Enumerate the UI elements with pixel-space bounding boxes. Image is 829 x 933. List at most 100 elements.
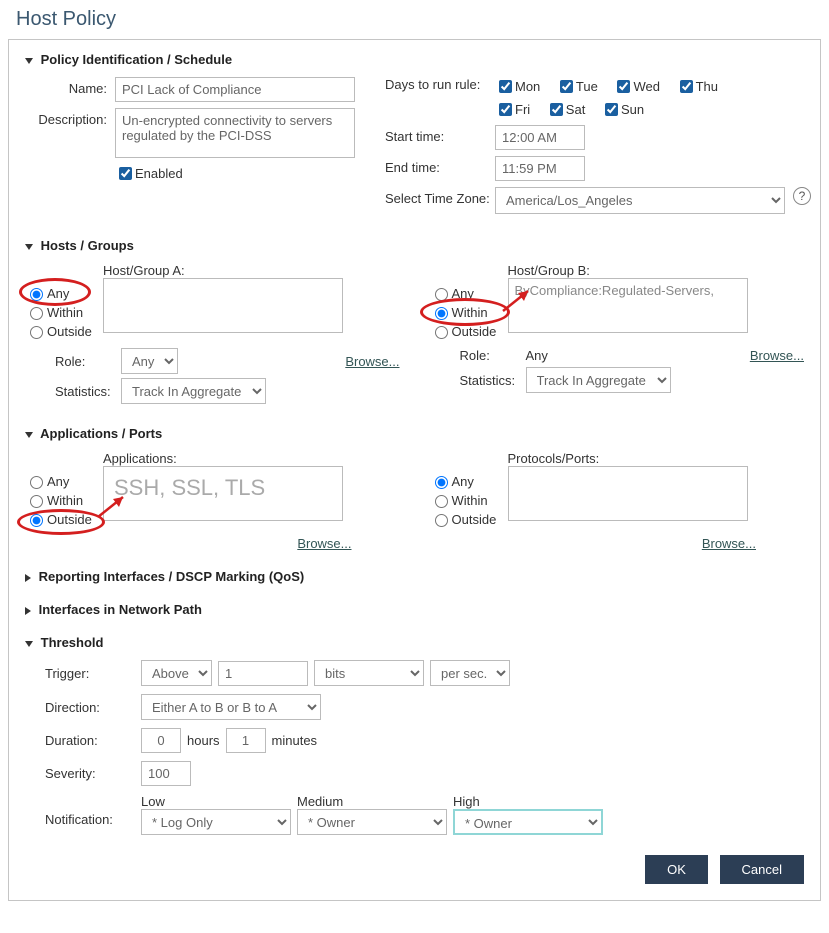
severity-input[interactable] <box>141 761 191 786</box>
role-a-select[interactable]: Any <box>121 348 178 374</box>
group-b-input[interactable]: ByCompliance:Regulated-Servers, <box>508 278 748 333</box>
section-header-threshold[interactable]: Threshold <box>25 635 804 650</box>
page-title: Host Policy <box>0 0 829 39</box>
apps-within-radio[interactable] <box>30 495 43 508</box>
name-input[interactable] <box>115 77 355 102</box>
chevron-down-icon <box>25 244 33 250</box>
trigger-value-input[interactable] <box>218 661 308 686</box>
direction-label: Direction: <box>45 700 135 715</box>
chevron-down-icon <box>25 432 33 438</box>
section-header-hosts[interactable]: Hosts / Groups <box>25 238 804 253</box>
section-threshold: Threshold Trigger: Above bits per sec. D… <box>25 635 804 835</box>
section-header-apps[interactable]: Applications / Ports <box>25 426 804 441</box>
section-title: Threshold <box>41 635 104 650</box>
day-sat[interactable] <box>550 103 563 116</box>
apps-outside-radio[interactable] <box>30 514 43 527</box>
section-apps: Applications / Ports Any Within Outside … <box>25 426 804 551</box>
hours-label: hours <box>187 733 220 748</box>
day-sun[interactable] <box>605 103 618 116</box>
enabled-checkbox[interactable] <box>119 167 132 180</box>
timezone-select[interactable]: America/Los_Angeles <box>495 187 785 214</box>
trigger-rate-select[interactable]: per sec. <box>430 660 510 686</box>
duration-label: Duration: <box>45 733 135 748</box>
group-a-within-radio[interactable] <box>30 307 43 320</box>
low-label: Low <box>141 794 291 809</box>
chevron-right-icon <box>25 574 31 582</box>
chevron-down-icon <box>25 58 33 64</box>
day-wed[interactable] <box>617 80 630 93</box>
name-label: Name: <box>25 77 115 96</box>
end-time-label: End time: <box>385 156 495 175</box>
help-icon[interactable]: ? <box>793 187 811 205</box>
ports-within-radio[interactable] <box>435 495 448 508</box>
role-a-label: Role: <box>55 354 117 369</box>
group-b-label: Host/Group B: <box>508 263 805 278</box>
group-b-outside-radio[interactable] <box>435 326 448 339</box>
section-hosts: Hosts / Groups Any Within Outside Host/G… <box>25 238 804 408</box>
group-b-any-radio[interactable] <box>435 288 448 301</box>
ok-button[interactable]: OK <box>645 855 708 884</box>
section-title: Applications / Ports <box>40 426 162 441</box>
group-a-label: Host/Group A: <box>103 263 400 278</box>
stats-a-label: Statistics: <box>55 384 117 399</box>
medium-select[interactable]: * Owner <box>297 809 447 835</box>
high-select[interactable]: * Owner <box>453 809 603 835</box>
section-reporting: Reporting Interfaces / DSCP Marking (QoS… <box>25 569 804 584</box>
section-title: Hosts / Groups <box>41 238 134 253</box>
day-mon[interactable] <box>499 80 512 93</box>
days-label: Days to run rule: <box>385 77 495 92</box>
section-title: Reporting Interfaces / DSCP Marking (QoS… <box>39 569 305 584</box>
section-header-interfaces[interactable]: Interfaces in Network Path <box>25 602 804 617</box>
trigger-unit-select[interactable]: bits <box>314 660 424 686</box>
group-a-outside-radio[interactable] <box>30 326 43 339</box>
section-identification: Policy Identification / Schedule Name: D… <box>25 52 804 220</box>
trigger-op-select[interactable]: Above <box>141 660 212 686</box>
group-a-any-radio[interactable] <box>30 288 43 301</box>
day-tue[interactable] <box>560 80 573 93</box>
main-panel: Policy Identification / Schedule Name: D… <box>8 39 821 901</box>
browse-b-link[interactable]: Browse... <box>750 348 804 363</box>
section-header-identification[interactable]: Policy Identification / Schedule <box>25 52 804 67</box>
browse-apps-link[interactable]: Browse... <box>297 536 351 551</box>
duration-hours-input[interactable] <box>141 728 181 753</box>
chevron-down-icon <box>25 641 33 647</box>
enabled-label: Enabled <box>135 166 183 181</box>
group-a-input[interactable] <box>103 278 343 333</box>
stats-b-select[interactable]: Track In Aggregate <box>526 367 671 393</box>
section-header-reporting[interactable]: Reporting Interfaces / DSCP Marking (QoS… <box>25 569 804 584</box>
ports-outside-radio[interactable] <box>435 514 448 527</box>
chevron-right-icon <box>25 607 31 615</box>
duration-minutes-input[interactable] <box>226 728 266 753</box>
cancel-button[interactable]: Cancel <box>720 855 804 884</box>
severity-label: Severity: <box>45 766 135 781</box>
section-title: Policy Identification / Schedule <box>41 52 232 67</box>
start-time-input[interactable] <box>495 125 585 150</box>
medium-label: Medium <box>297 794 447 809</box>
day-fri[interactable] <box>499 103 512 116</box>
apps-label: Applications: <box>103 451 400 466</box>
role-b-value: Any <box>526 348 548 363</box>
browse-a-link[interactable]: Browse... <box>345 354 399 369</box>
description-input[interactable]: Un-encrypted connectivity to servers reg… <box>115 108 355 158</box>
role-b-label: Role: <box>460 348 522 363</box>
trigger-label: Trigger: <box>45 666 135 681</box>
minutes-label: minutes <box>272 733 318 748</box>
section-title: Interfaces in Network Path <box>39 602 202 617</box>
low-select[interactable]: * Log Only <box>141 809 291 835</box>
ports-any-radio[interactable] <box>435 476 448 489</box>
ports-input[interactable] <box>508 466 748 521</box>
direction-select[interactable]: Either A to B or B to A <box>141 694 321 720</box>
browse-ports-link[interactable]: Browse... <box>702 536 756 551</box>
apps-input[interactable]: SSH, SSL, TLS <box>103 466 343 521</box>
stats-b-label: Statistics: <box>460 373 522 388</box>
description-label: Description: <box>25 108 115 127</box>
timezone-label: Select Time Zone: <box>385 187 495 206</box>
day-thu[interactable] <box>680 80 693 93</box>
section-interfaces: Interfaces in Network Path <box>25 602 804 617</box>
group-b-within-radio[interactable] <box>435 307 448 320</box>
apps-any-radio[interactable] <box>30 476 43 489</box>
stats-a-select[interactable]: Track In Aggregate <box>121 378 266 404</box>
ports-label: Protocols/Ports: <box>508 451 805 466</box>
notification-label: Notification: <box>45 794 135 827</box>
end-time-input[interactable] <box>495 156 585 181</box>
